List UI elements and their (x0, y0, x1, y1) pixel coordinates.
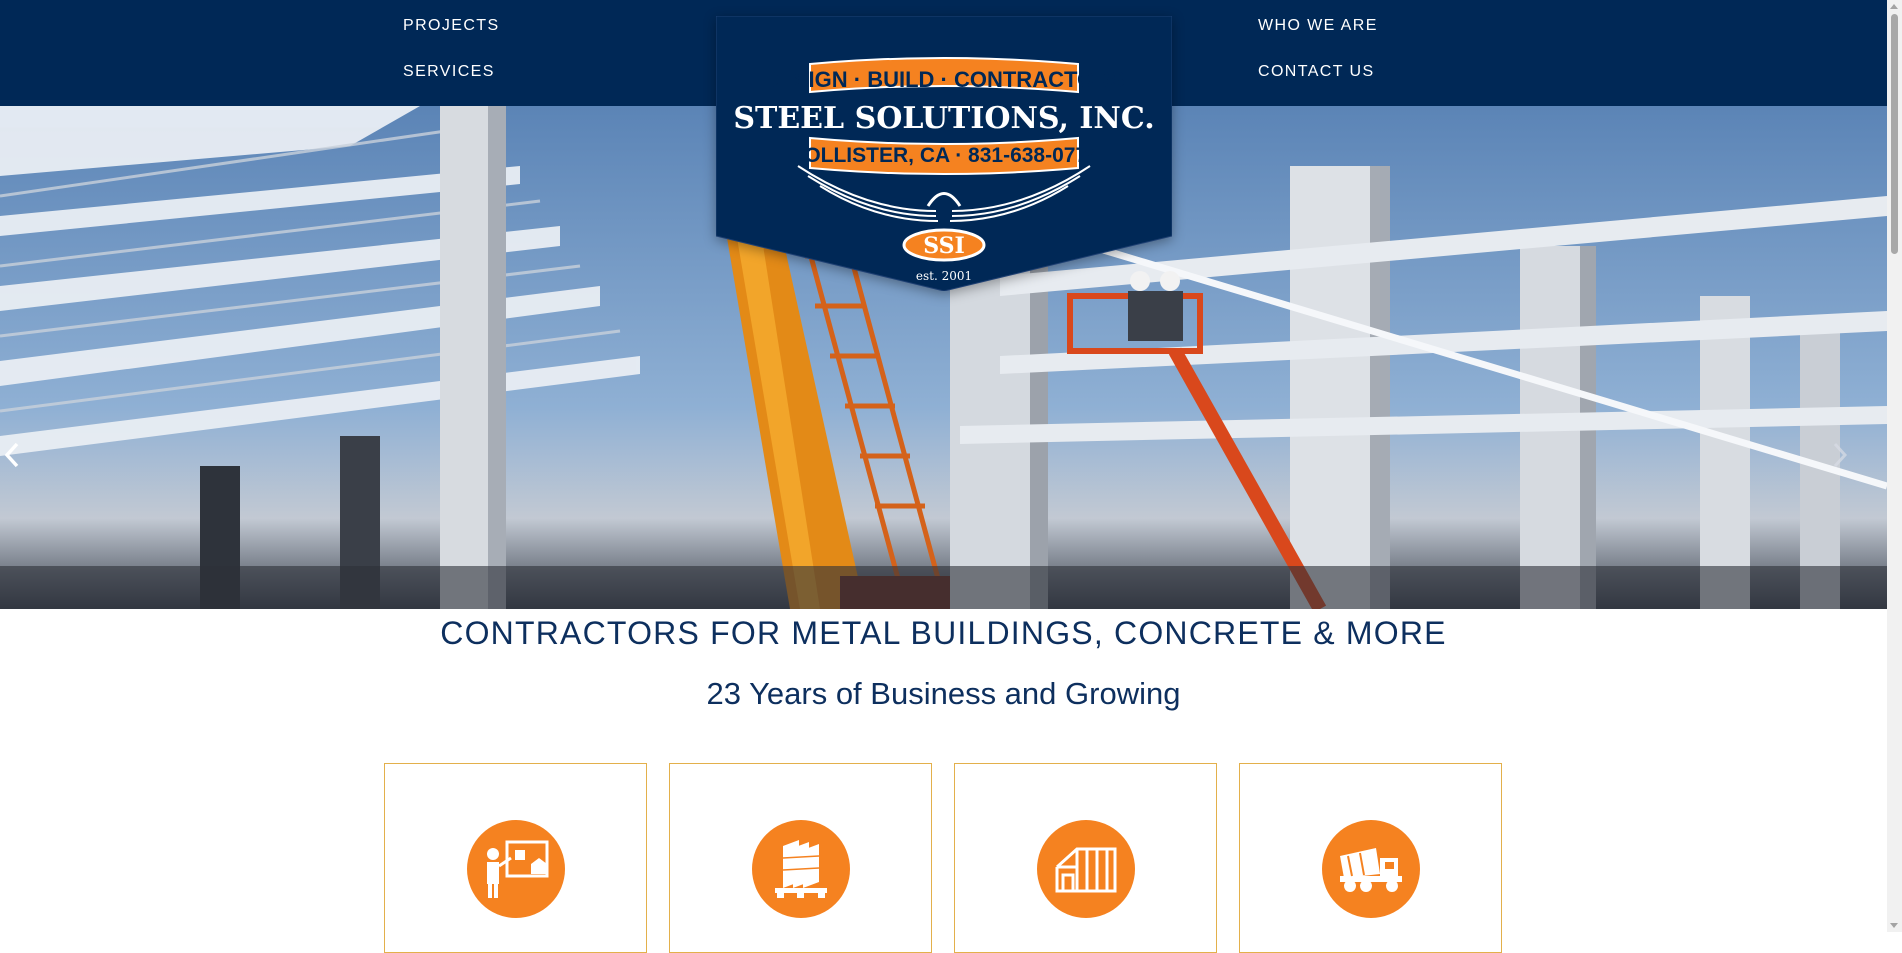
logo-monogram: SSI (923, 233, 965, 259)
service-card-metal-buildings[interactable] (954, 763, 1217, 953)
chevron-left-icon (4, 442, 19, 468)
concrete-mixer-truck-icon (1340, 848, 1402, 892)
logo-company-name: STEEL SOLUTIONS, INC. (733, 101, 1154, 136)
carousel-prev-button[interactable] (2, 441, 42, 481)
nav-projects[interactable]: PROJECTS (403, 17, 500, 35)
nav-who-we-are[interactable]: WHO WE ARE (1258, 17, 1378, 35)
chevron-right-icon (1833, 442, 1848, 468)
metal-building-icon (1055, 847, 1117, 893)
design-presentation-icon (487, 840, 549, 898)
steel-materials-icon (775, 840, 827, 898)
nav-contact-us[interactable]: CONTACT US (1258, 63, 1375, 81)
page-scrollbar[interactable] (1887, 0, 1902, 932)
service-card-design[interactable] (384, 763, 647, 953)
logo-est: est. 2001 (916, 269, 972, 283)
scroll-down-arrow[interactable] (1890, 923, 1898, 928)
carousel-next-button[interactable] (1830, 441, 1870, 481)
scrollbar-thumb[interactable] (1891, 14, 1898, 254)
logo-banner-top: DESIGN · BUILD · CONTRACTORS (763, 67, 1124, 92)
service-card-materials[interactable] (669, 763, 932, 953)
company-logo[interactable]: DESIGN · BUILD · CONTRACTORS STEEL SOLUT… (716, 16, 1172, 291)
service-card-concrete[interactable] (1239, 763, 1502, 953)
page-subheadline: 23 Years of Business and Growing (706, 676, 1181, 711)
scroll-up-arrow[interactable] (1890, 4, 1898, 9)
page-headline: CONTRACTORS FOR METAL BUILDINGS, CONCRET… (440, 615, 1447, 651)
nav-services[interactable]: SERVICES (403, 63, 495, 81)
logo-banner-bottom: HOLLISTER, CA · 831-638-0774 (789, 144, 1099, 167)
